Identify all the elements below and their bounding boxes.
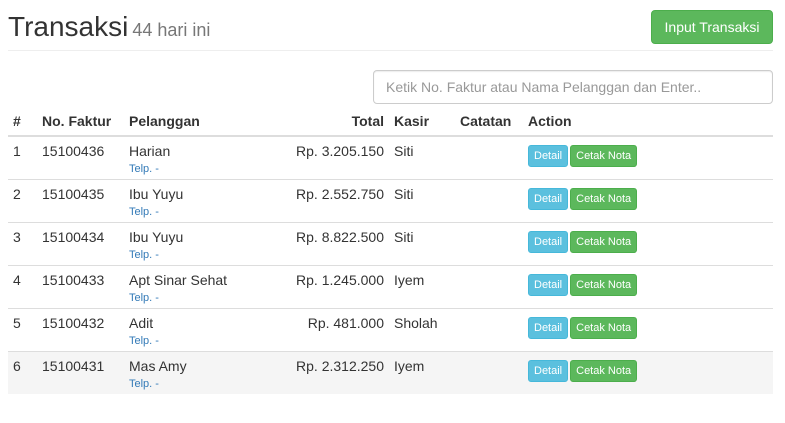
- row-total: Rp. 2.312.250: [279, 351, 389, 394]
- transactions-table: # No. Faktur Pelanggan Total Kasir Catat…: [8, 106, 773, 394]
- customer-name: Ibu Yuyu: [129, 186, 184, 202]
- row-catatan: [455, 222, 523, 266]
- row-catatan: [455, 351, 523, 394]
- col-header-faktur: No. Faktur: [37, 106, 124, 137]
- customer-phone-link[interactable]: Telp. -: [129, 206, 274, 218]
- row-number: 2: [8, 179, 37, 223]
- row-faktur: 15100432: [37, 308, 124, 352]
- cetak-nota-button[interactable]: Cetak Nota: [570, 231, 638, 253]
- detail-button[interactable]: Detail: [528, 360, 569, 382]
- cetak-nota-button[interactable]: Cetak Nota: [570, 188, 638, 210]
- row-actions: Detail Cetak Nota: [523, 135, 773, 180]
- detail-button[interactable]: Detail: [528, 188, 569, 210]
- table-header-row: # No. Faktur Pelanggan Total Kasir Catat…: [8, 106, 773, 137]
- row-pelanggan: Mas Amy Telp. -: [124, 351, 279, 394]
- row-total: Rp. 2.552.750: [279, 179, 389, 223]
- customer-name: Apt Sinar Sehat: [129, 272, 228, 288]
- customer-phone-link[interactable]: Telp. -: [129, 378, 274, 390]
- row-pelanggan: Ibu Yuyu Telp. -: [124, 222, 279, 266]
- row-pelanggan: Harian Telp. -: [124, 135, 279, 180]
- detail-button[interactable]: Detail: [528, 145, 569, 167]
- row-total: Rp. 3.205.150: [279, 135, 389, 180]
- row-faktur: 15100431: [37, 351, 124, 394]
- detail-button[interactable]: Detail: [528, 317, 569, 339]
- row-pelanggan: Apt Sinar Sehat Telp. -: [124, 265, 279, 309]
- col-header-total: Total: [279, 106, 389, 137]
- row-kasir: Iyem: [389, 351, 455, 394]
- cetak-nota-button[interactable]: Cetak Nota: [570, 360, 638, 382]
- row-number: 6: [8, 351, 37, 394]
- page-subtitle: 44 hari ini: [132, 20, 211, 40]
- customer-phone-link[interactable]: Telp. -: [129, 292, 274, 304]
- row-total: Rp. 8.822.500: [279, 222, 389, 266]
- row-pelanggan: Ibu Yuyu Telp. -: [124, 179, 279, 223]
- row-faktur: 15100433: [37, 265, 124, 309]
- col-header-pelanggan: Pelanggan: [124, 106, 279, 137]
- customer-name: Ibu Yuyu: [129, 229, 184, 245]
- page-title-text: Transaksi: [8, 11, 129, 42]
- row-number: 4: [8, 265, 37, 309]
- row-pelanggan: Adit Telp. -: [124, 308, 279, 352]
- col-header-action: Action: [523, 106, 773, 137]
- col-header-catatan: Catatan: [455, 106, 523, 137]
- table-row: 1 15100436 Harian Telp. - Rp. 3.205.150 S…: [8, 135, 773, 180]
- customer-name: Harian: [129, 143, 171, 159]
- row-actions: Detail Cetak Nota: [523, 308, 773, 352]
- table-row: 2 15100435 Ibu Yuyu Telp. - Rp. 2.552.750…: [8, 179, 773, 223]
- customer-name: Mas Amy: [129, 358, 187, 374]
- row-catatan: [455, 308, 523, 352]
- cetak-nota-button[interactable]: Cetak Nota: [570, 317, 638, 339]
- row-kasir: Iyem: [389, 265, 455, 309]
- row-faktur: 15100434: [37, 222, 124, 266]
- row-actions: Detail Cetak Nota: [523, 265, 773, 309]
- page-title: Transaksi 44 hari ini: [8, 10, 210, 47]
- col-header-kasir: Kasir: [389, 106, 455, 137]
- table-row: 6 15100431 Mas Amy Telp. - Rp. 2.312.250 …: [8, 351, 773, 394]
- detail-button[interactable]: Detail: [528, 231, 569, 253]
- customer-phone-link[interactable]: Telp. -: [129, 249, 274, 261]
- cetak-nota-button[interactable]: Cetak Nota: [570, 145, 638, 167]
- row-total: Rp. 481.000: [279, 308, 389, 352]
- table-row: 5 15100432 Adit Telp. - Rp. 481.000 Shola…: [8, 308, 773, 352]
- row-number: 3: [8, 222, 37, 266]
- table-row: 4 15100433 Apt Sinar Sehat Telp. - Rp. 1.…: [8, 265, 773, 309]
- table-row: 3 15100434 Ibu Yuyu Telp. - Rp. 8.822.500…: [8, 222, 773, 266]
- customer-phone-link[interactable]: Telp. -: [129, 163, 274, 175]
- col-header-number: #: [8, 106, 37, 137]
- row-kasir: Sholah: [389, 308, 455, 352]
- input-transaksi-button[interactable]: Input Transaksi: [651, 10, 773, 44]
- page-header: Transaksi 44 hari ini Input Transaksi: [8, 6, 773, 51]
- customer-phone-link[interactable]: Telp. -: [129, 335, 274, 347]
- row-catatan: [455, 179, 523, 223]
- row-catatan: [455, 265, 523, 309]
- search-input[interactable]: [373, 70, 773, 104]
- row-number: 5: [8, 308, 37, 352]
- row-faktur: 15100435: [37, 179, 124, 223]
- row-kasir: Siti: [389, 135, 455, 180]
- row-catatan: [455, 135, 523, 180]
- cetak-nota-button[interactable]: Cetak Nota: [570, 274, 638, 296]
- row-number: 1: [8, 135, 37, 180]
- detail-button[interactable]: Detail: [528, 274, 569, 296]
- row-actions: Detail Cetak Nota: [523, 351, 773, 394]
- row-actions: Detail Cetak Nota: [523, 222, 773, 266]
- row-actions: Detail Cetak Nota: [523, 179, 773, 223]
- row-faktur: 15100436: [37, 135, 124, 180]
- customer-name: Adit: [129, 315, 154, 331]
- row-kasir: Siti: [389, 179, 455, 223]
- row-total: Rp. 1.245.000: [279, 265, 389, 309]
- row-kasir: Siti: [389, 222, 455, 266]
